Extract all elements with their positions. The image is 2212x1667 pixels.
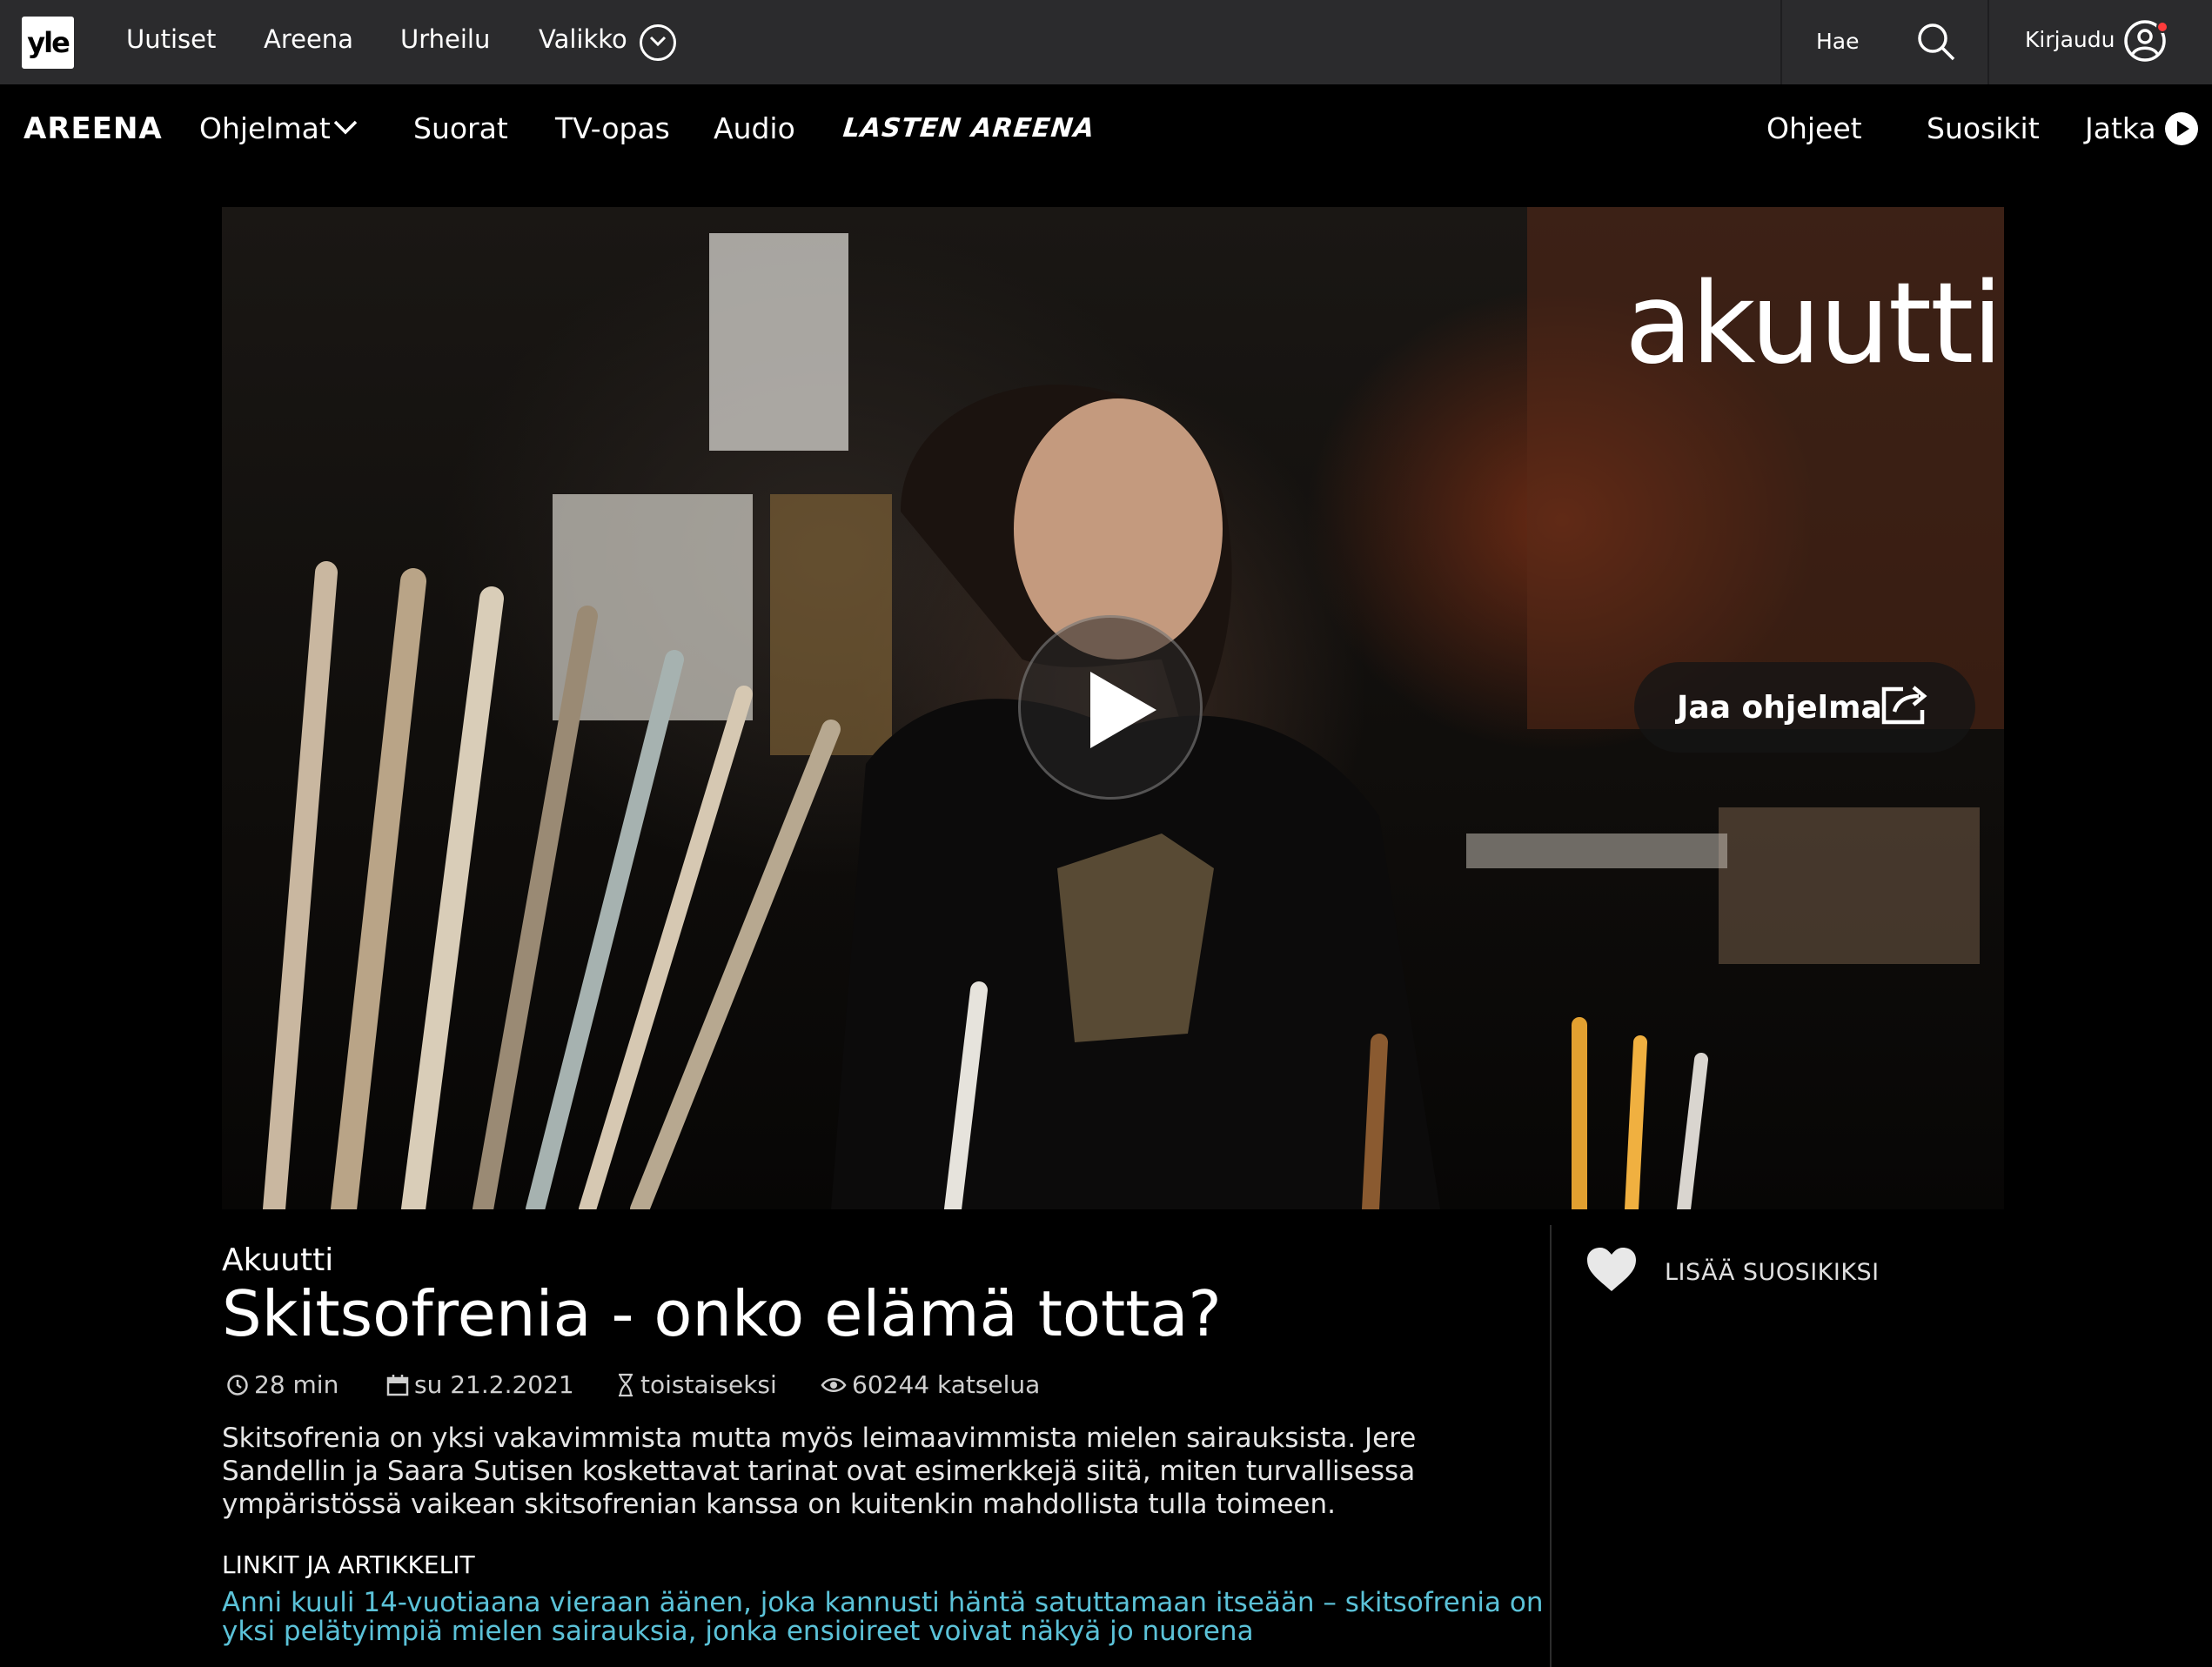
search-label[interactable]: Hae bbox=[1816, 29, 1860, 54]
nav-audio[interactable]: Audio bbox=[714, 111, 795, 145]
nav-ohjeet[interactable]: Ohjeet bbox=[1766, 111, 1862, 145]
play-icon[interactable] bbox=[2165, 112, 2198, 145]
hero-video-image[interactable]: akuutti Jaa ohjelma bbox=[222, 207, 2004, 1209]
duration-value: 28 min bbox=[254, 1370, 339, 1399]
date-value: su 21.2.2021 bbox=[414, 1370, 574, 1399]
nav-urheilu[interactable]: Urheilu bbox=[400, 24, 490, 54]
program-brand-logo: akuutti bbox=[1625, 259, 2003, 389]
nav-valikko[interactable]: Valikko bbox=[539, 24, 627, 54]
calendar-icon bbox=[386, 1374, 409, 1396]
nav-uutiset[interactable]: Uutiset bbox=[126, 24, 216, 54]
nav-jatka[interactable]: Jatka bbox=[2085, 111, 2156, 145]
nav-areena[interactable]: Areena bbox=[264, 24, 353, 54]
heart-icon[interactable] bbox=[1585, 1246, 1638, 1293]
eye-icon bbox=[821, 1377, 847, 1392]
divider bbox=[1780, 0, 1782, 84]
nav-lasten-areena[interactable]: LASTEN AREENA bbox=[841, 113, 1096, 144]
divider bbox=[1550, 1225, 1552, 1667]
chevron-down-icon[interactable] bbox=[332, 118, 359, 136]
share-icon[interactable] bbox=[1879, 684, 1931, 727]
divider bbox=[1987, 0, 1989, 84]
view-count: 60244 katselua bbox=[821, 1370, 1040, 1399]
share-label[interactable]: Jaa ohjelma bbox=[1677, 690, 1882, 726]
availability: toistaiseksi bbox=[616, 1370, 777, 1399]
nav-suorat[interactable]: Suorat bbox=[413, 111, 508, 145]
chevron-down-circle-icon[interactable] bbox=[640, 24, 676, 61]
notification-dot bbox=[2156, 21, 2168, 33]
search-icon[interactable] bbox=[1916, 22, 1956, 62]
related-article-link[interactable]: Anni kuuli 14-vuotiaana vieraan äänen, j… bbox=[222, 1589, 1545, 1646]
play-button[interactable] bbox=[1018, 615, 1203, 800]
login-label[interactable]: Kirjaudu bbox=[2025, 27, 2115, 52]
series-title[interactable]: Akuutti bbox=[222, 1242, 333, 1278]
views-value: 60244 katselua bbox=[852, 1370, 1041, 1399]
areena-logo[interactable]: AREENA bbox=[23, 111, 163, 146]
nav-tv-opas[interactable]: TV-opas bbox=[555, 111, 670, 145]
availability-value: toistaiseksi bbox=[640, 1370, 777, 1399]
broadcast-date: su 21.2.2021 bbox=[386, 1370, 574, 1399]
nav-ohjelmat[interactable]: Ohjelmat bbox=[199, 111, 331, 145]
episode-title: Skitsofrenia - onko elämä totta? bbox=[222, 1277, 1222, 1350]
episode-description: Skitsofrenia on yksi vakavimmista mutta … bbox=[222, 1423, 1417, 1520]
yle-logo[interactable]: yle bbox=[22, 17, 74, 69]
clock-icon bbox=[227, 1374, 248, 1396]
nav-suosikit[interactable]: Suosikit bbox=[1927, 111, 2040, 145]
duration: 28 min bbox=[226, 1370, 339, 1399]
links-heading: LINKIT JA ARTIKKELIT bbox=[222, 1550, 475, 1579]
add-favorite-button[interactable]: LISÄÄ SUOSIKIKSI bbox=[1665, 1259, 1880, 1286]
hourglass-icon bbox=[619, 1373, 633, 1396]
